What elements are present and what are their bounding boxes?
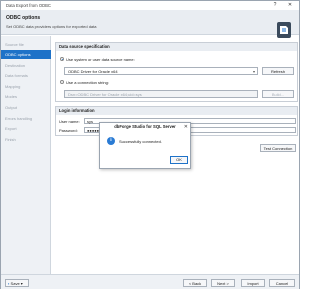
wizard-footer: ▪ Save ▾ < Back Next > Import Cancel (1, 274, 299, 289)
dsn-select[interactable]: ODBC Driver for Oracle x64 ▾ (64, 67, 258, 75)
sidebar-item-destination[interactable]: Destination (1, 61, 51, 70)
back-button[interactable]: < Back (183, 279, 207, 287)
save-icon: ▪ (8, 281, 10, 286)
page-subtitle: Set ODBC data providers options for expo… (6, 24, 97, 29)
dialog-close-icon[interactable]: ✕ (184, 124, 188, 130)
password-label: Password: (59, 128, 78, 133)
sidebar-item-odbc-options[interactable]: ODBC options (1, 50, 51, 59)
sidebar-item-export[interactable]: Export (1, 124, 51, 133)
sidebar-item-modes[interactable]: Modes (1, 92, 51, 101)
datasource-group: Data source specification Use system or … (55, 42, 298, 102)
sidebar-item-output[interactable]: Output (1, 103, 51, 112)
next-button[interactable]: Next > (211, 279, 235, 287)
dsn-radio-label: Use system or user data source name: (66, 57, 135, 62)
ok-button[interactable]: OK (170, 156, 188, 164)
title-bar: Data Export from ODBC ? ✕ (1, 1, 299, 10)
connection-string-radio-label: Use a connection string: (66, 80, 109, 85)
sidebar-item-data-formats[interactable]: Data formats (1, 71, 51, 80)
sidebar-item-mapping[interactable]: Mapping (1, 82, 51, 91)
connection-string-radio[interactable] (60, 80, 64, 84)
connection-string-value: Dsn=ODBC Driver for Oracle x64;uid=sys (68, 92, 142, 97)
window-title: Data Export from ODBC (6, 3, 51, 8)
refresh-button[interactable]: Refresh (262, 67, 294, 75)
export-wizard-window: Data Export from ODBC ? ✕ ODBC options S… (0, 0, 300, 289)
username-label: User name: (59, 119, 80, 124)
test-connection-button[interactable]: Test Connection (260, 144, 296, 152)
login-group-title: Login information (56, 107, 297, 115)
cancel-button[interactable]: Cancel (269, 279, 295, 287)
dsn-select-value: ODBC Driver for Oracle x64 (68, 69, 118, 74)
dialog-message: Successfully connected. (119, 139, 162, 144)
sidebar-item-finish[interactable]: Finish (1, 135, 51, 144)
sidebar-item-source-file[interactable]: Source file (1, 40, 51, 49)
connection-string-input[interactable]: Dsn=ODBC Driver for Oracle x64;uid=sys (64, 90, 258, 98)
dialog-title: dbForge Studio for SQL Server (100, 123, 190, 131)
dsn-radio[interactable] (60, 57, 64, 61)
wizard-header: ODBC options Set ODBC data providers opt… (1, 10, 299, 38)
sidebar-item-errors-handling[interactable]: Errors handling (1, 114, 51, 123)
save-button[interactable]: ▪ Save ▾ (5, 279, 29, 287)
close-icon[interactable]: ✕ (286, 2, 294, 8)
success-dialog: dbForge Studio for SQL Server ✕ i Succes… (99, 122, 191, 169)
build-button[interactable]: Build... (262, 90, 294, 98)
info-icon: i (107, 137, 115, 145)
chevron-down-icon: ▾ (20, 281, 23, 286)
wizard-sidebar: Source file ODBC options Destination Dat… (1, 36, 51, 274)
help-icon[interactable]: ? (271, 2, 279, 8)
datasource-group-title: Data source specification (56, 43, 297, 51)
page-title: ODBC options (6, 15, 41, 21)
import-button[interactable]: Import (241, 279, 265, 287)
chevron-down-icon: ▾ (252, 69, 255, 74)
save-button-label: Save (10, 281, 20, 286)
